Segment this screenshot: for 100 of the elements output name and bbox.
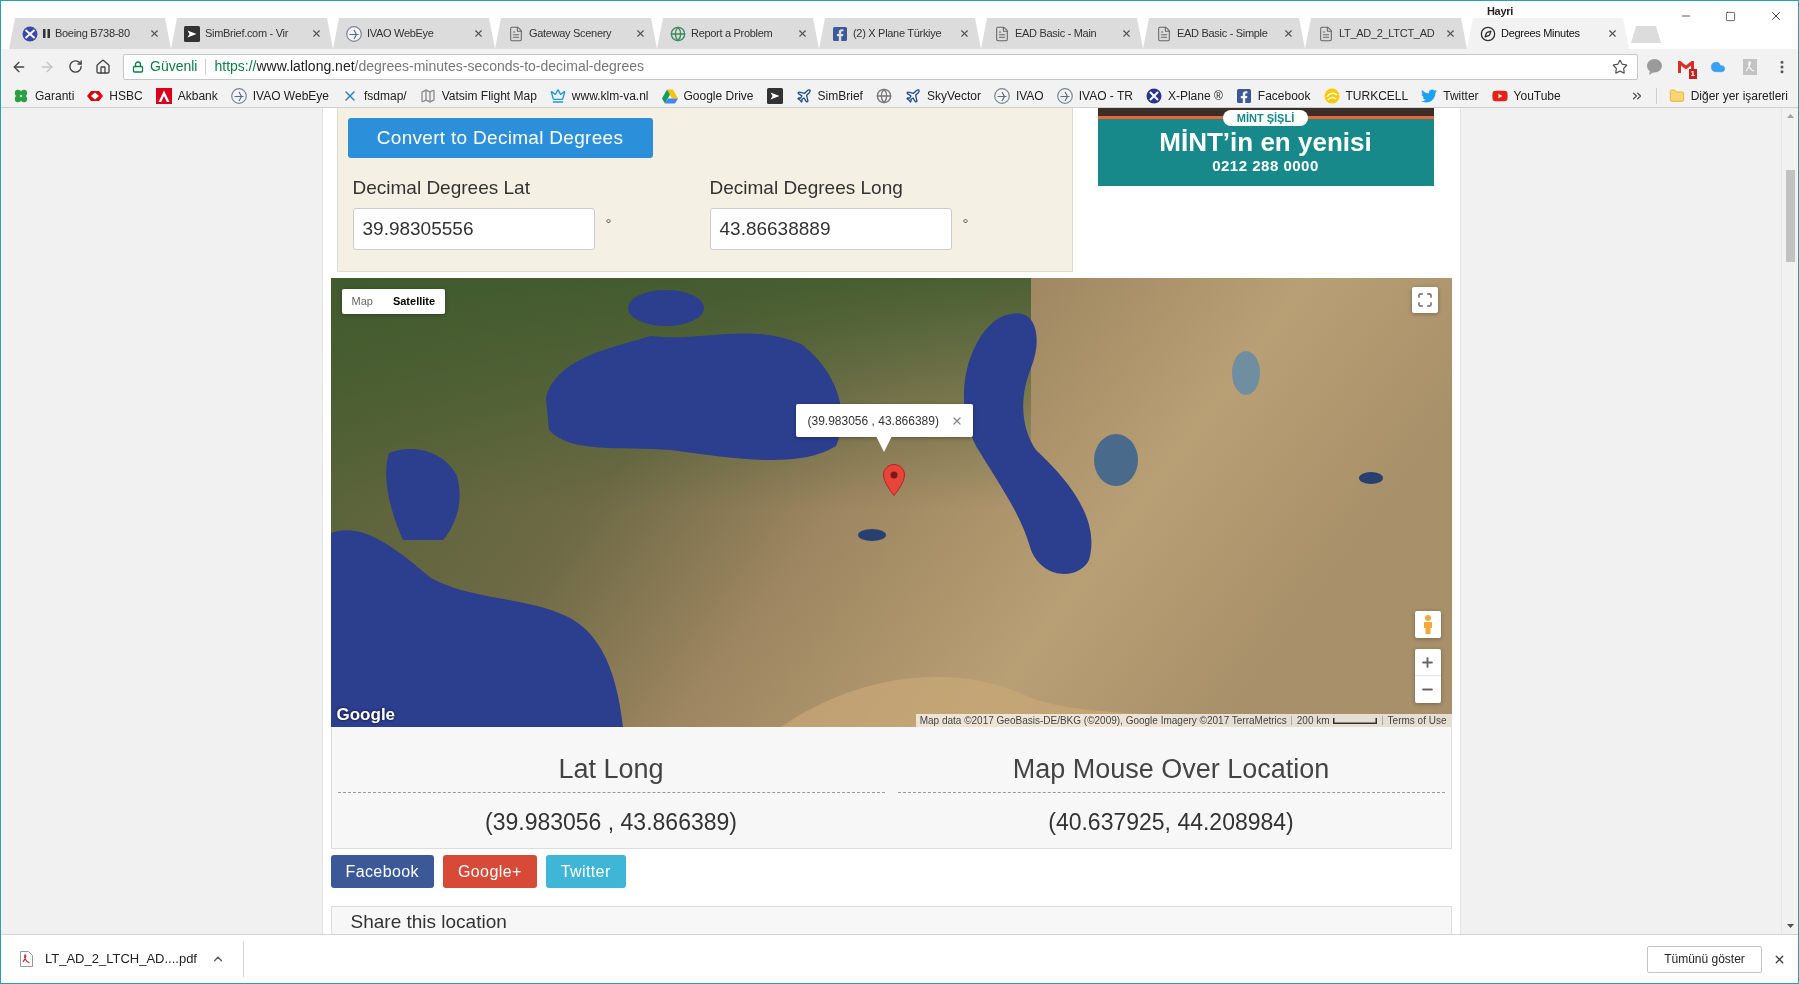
bookmark-item[interactable]: Vatsim Flight Map bbox=[419, 84, 537, 107]
tab-title: Gateway Scenery bbox=[529, 26, 613, 42]
close-icon[interactable] bbox=[1445, 28, 1456, 39]
mail-extension-button[interactable]: 1 bbox=[1670, 52, 1702, 81]
bookmark-item[interactable]: Twitter bbox=[1421, 84, 1479, 107]
plane-icon bbox=[904, 87, 921, 104]
close-icon[interactable] bbox=[635, 28, 646, 39]
field-label: Decimal Degrees Long bbox=[709, 177, 904, 199]
bookmark-item[interactable]: IVAO bbox=[993, 84, 1044, 107]
show-all-button[interactable]: Tümünü göster bbox=[1647, 945, 1762, 973]
street-view-button[interactable] bbox=[1414, 611, 1441, 638]
bookmark-star-icon[interactable] bbox=[1612, 58, 1628, 75]
security-label: Güvenli bbox=[150, 57, 198, 76]
document-icon bbox=[1318, 25, 1334, 42]
bookmark-item[interactable]: SimBrief bbox=[795, 84, 863, 107]
triangle-logo-icon bbox=[155, 87, 172, 104]
bookmark-item[interactable]: www.klm-va.nl bbox=[549, 84, 649, 107]
close-icon[interactable] bbox=[1607, 28, 1618, 39]
close-icon[interactable] bbox=[311, 28, 322, 39]
bookmark-item[interactable]: IVAO WebEye bbox=[230, 84, 329, 107]
result-value: (40.637925, 44.208984) bbox=[1048, 808, 1294, 836]
browser-tab[interactable]: Report a Problem bbox=[657, 18, 819, 49]
tab-title: EAD Basic - Simple bbox=[1177, 26, 1269, 42]
bookmark-item[interactable]: IVAO - TR bbox=[1056, 84, 1133, 107]
degree-unit: ° bbox=[605, 214, 612, 234]
bookmark-item[interactable]: YouTube bbox=[1491, 84, 1561, 107]
result-heading: Map Mouse Over Location bbox=[1012, 753, 1330, 785]
square-logo-icon bbox=[766, 87, 783, 104]
person-icon bbox=[1422, 615, 1433, 634]
result-value: (39.983056 , 43.866389) bbox=[485, 808, 737, 836]
bookmark-item[interactable]: HSBC bbox=[87, 84, 143, 107]
plane-icon bbox=[795, 87, 812, 104]
map-type-tab[interactable]: Satellite bbox=[382, 289, 446, 314]
panel-heading: Share this location bbox=[350, 911, 507, 932]
bookmark-item[interactable]: Garanti bbox=[13, 84, 75, 107]
home-icon bbox=[95, 58, 111, 75]
fullscreen-icon bbox=[1416, 292, 1433, 308]
tab-title: Degrees Minutes bbox=[1501, 26, 1581, 42]
folder-icon bbox=[1668, 87, 1685, 104]
close-icon[interactable] bbox=[1121, 28, 1132, 39]
map-icon bbox=[419, 87, 436, 104]
circle-cross-icon bbox=[1145, 87, 1162, 104]
tab-title: LT_AD_2_LTCT_AD bbox=[1339, 26, 1436, 42]
share-button[interactable]: Facebook bbox=[330, 855, 434, 888]
close-icon[interactable] bbox=[959, 28, 970, 39]
document-icon bbox=[994, 25, 1010, 42]
scrollbar-thumb[interactable] bbox=[1785, 170, 1795, 262]
input-field[interactable]: 39.98305556 bbox=[352, 208, 595, 250]
bookmark-item[interactable]: X-Plane ® bbox=[1145, 84, 1223, 107]
bookmark-item[interactable]: TURKCELL bbox=[1323, 84, 1409, 107]
browser-tab[interactable]: LT_AD_2_LTCT_AD bbox=[1305, 18, 1467, 49]
browser-tab[interactable]: Boeing B738-80 bbox=[9, 18, 171, 49]
close-icon[interactable] bbox=[473, 28, 484, 39]
speech-bubble-icon bbox=[1646, 58, 1662, 75]
scroll-down-arrow-icon[interactable] bbox=[1786, 924, 1794, 928]
twitter-icon bbox=[1421, 87, 1438, 104]
tab-title: Report a Problem bbox=[691, 26, 774, 42]
plus-icon bbox=[1420, 654, 1435, 670]
address-bar[interactable]: Güvenli https://www.latlong.net/degrees-minutes-seconds-to-decimal-degrees bbox=[123, 53, 1638, 80]
attribution-text: Map data ©2017 GeoBasis-DE/BKG (©2009), Google Imagery ©2017 TerraMetrics bbox=[918, 714, 1288, 727]
bookmark-item[interactable]: fsdmap/ bbox=[342, 84, 407, 107]
map-pin-icon bbox=[882, 464, 905, 496]
share-button[interactable]: Google+ bbox=[442, 855, 537, 888]
bookmark-item[interactable]: Google Drive bbox=[661, 84, 754, 107]
circle-badge-icon bbox=[993, 87, 1010, 104]
browser-tab[interactable]: (2) X Plane Türkiye bbox=[819, 18, 981, 49]
triangle-logo-icon bbox=[661, 87, 678, 104]
facebook-icon bbox=[832, 25, 848, 42]
browser-tab[interactable]: SimBrief.com - Vir bbox=[171, 18, 333, 49]
bookmark-item[interactable]: Facebook bbox=[1235, 84, 1311, 107]
mail-icon bbox=[1678, 60, 1694, 73]
notification-badge: 1 bbox=[1688, 68, 1697, 79]
degree-unit: ° bbox=[962, 214, 969, 234]
browser-tab[interactable]: Gateway Scenery bbox=[495, 18, 657, 49]
input-field[interactable]: 43.86638889 bbox=[709, 208, 952, 250]
other-bookmarks-item[interactable]: Diğer yer işaretleri bbox=[1668, 86, 1788, 105]
bookmark-item[interactable]: SkyVector bbox=[904, 84, 981, 107]
browser-tab[interactable]: EAD Basic - Main bbox=[981, 18, 1143, 49]
close-icon[interactable] bbox=[149, 28, 160, 39]
scale-label: 200 km bbox=[1295, 714, 1331, 727]
reload-icon bbox=[67, 59, 83, 74]
bookmark-item[interactable]: Akbank bbox=[155, 84, 218, 107]
browser-tab[interactable]: Degrees Minutes bbox=[1467, 18, 1629, 49]
close-icon[interactable] bbox=[797, 28, 808, 39]
browser-tab[interactable]: EAD Basic - Simple bbox=[1143, 18, 1305, 49]
terms-link[interactable]: Terms of Use bbox=[1382, 714, 1452, 727]
ad-headline: MİNT’in en yenisi bbox=[1159, 127, 1372, 157]
square-logo-icon bbox=[184, 25, 200, 42]
download-item[interactable]: LT_AD_2_LTCH_AD....pdf bbox=[1, 941, 211, 977]
lake-area bbox=[1358, 472, 1383, 484]
circle-badge-icon bbox=[1056, 87, 1073, 104]
user-name: Hayri bbox=[1486, 4, 1513, 18]
tab-title: Boeing B738-80 bbox=[55, 26, 131, 42]
clover-icon bbox=[13, 87, 29, 104]
fullscreen-button[interactable] bbox=[1411, 287, 1438, 313]
url-text: https://www.latlong.net/degrees-minutes-seconds-to-decimal-degrees bbox=[214, 57, 645, 76]
browser-tab[interactable]: IVAO WebEye bbox=[333, 18, 495, 49]
maximize-icon bbox=[1725, 10, 1736, 22]
close-icon[interactable] bbox=[1283, 28, 1294, 39]
map-type-tab[interactable]: Map bbox=[341, 289, 383, 314]
